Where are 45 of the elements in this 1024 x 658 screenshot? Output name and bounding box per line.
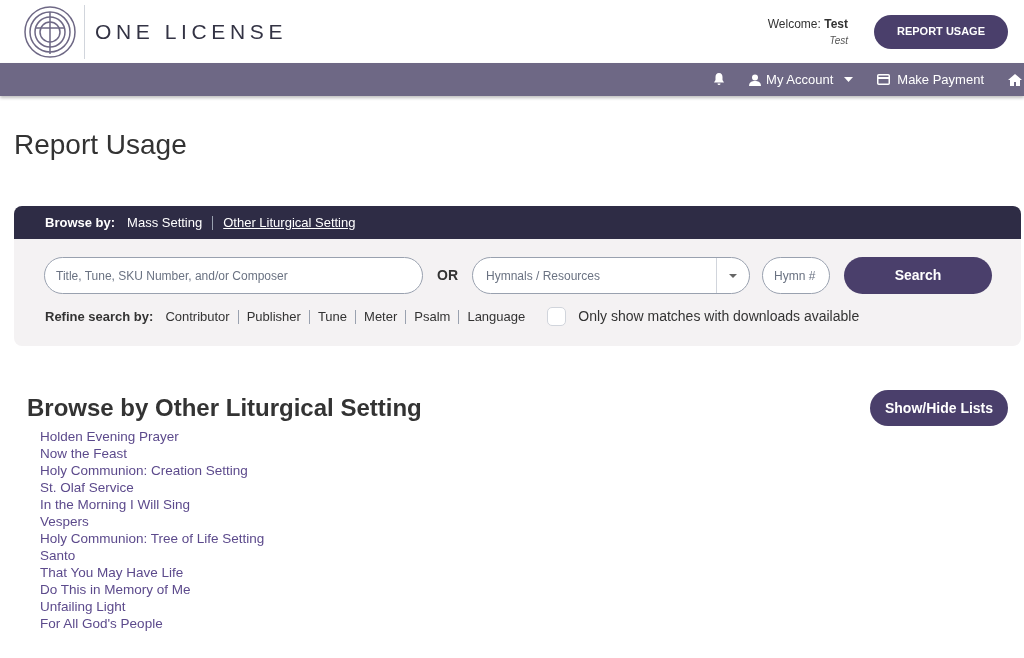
search-field[interactable]: Title, Tune, SKU Number, and/or Composer xyxy=(44,257,423,294)
hymn-number-field[interactable]: Hymn # xyxy=(762,257,830,294)
logo-icon xyxy=(24,5,76,58)
show-hide-lists-button[interactable]: Show/Hide Lists xyxy=(870,390,1008,426)
credit-card-icon xyxy=(877,74,891,85)
setting-link[interactable]: Do This in Memory of Me xyxy=(40,581,191,598)
setting-link[interactable]: Holden Evening Prayer xyxy=(40,428,179,445)
notification-bell-icon[interactable] xyxy=(713,73,726,86)
browse-tab[interactable]: Mass Setting xyxy=(127,212,203,233)
setting-link[interactable]: St. Olaf Service xyxy=(40,479,134,496)
home-icon[interactable] xyxy=(1008,73,1022,86)
caret-icon xyxy=(844,77,854,82)
setting-link[interactable]: In the Morning I Will Sing xyxy=(40,496,191,513)
logo-text: ONE LICENSE xyxy=(95,18,288,45)
setting-link[interactable]: Holy Communion: Creation Setting xyxy=(40,462,248,479)
setting-link[interactable]: Santo xyxy=(40,547,76,564)
section-heading: Browse by Other Liturgical Setting xyxy=(27,393,422,423)
refine-option[interactable]: Psalm xyxy=(414,306,451,327)
setting-link[interactable]: Unfailing Light xyxy=(40,598,126,615)
browse-label: Browse by: xyxy=(45,213,116,232)
setting-link[interactable]: Now the Feast xyxy=(40,445,128,462)
refine-option[interactable]: Meter xyxy=(364,306,398,327)
setting-link[interactable]: Holy Communion: Tree of Life Setting xyxy=(40,530,265,547)
browse-tab[interactable]: Other Liturgical Setting xyxy=(223,212,356,233)
downloads-checkbox[interactable] xyxy=(547,307,567,326)
checkbox-label: Only show matches with downloads available xyxy=(578,307,860,326)
refine-option[interactable]: Contributor xyxy=(165,306,230,327)
user-icon xyxy=(749,73,762,86)
make-payment-link[interactable]: Make Payment xyxy=(877,69,984,90)
user-name: Test xyxy=(829,34,848,48)
refine-option[interactable]: Publisher xyxy=(246,306,301,327)
welcome-text: Welcome: Test xyxy=(767,16,848,33)
my-account-menu[interactable]: My Account xyxy=(749,69,854,90)
setting-link[interactable]: That You May Have Life xyxy=(40,564,184,581)
caret-icon xyxy=(729,273,737,278)
or-label: OR xyxy=(437,266,458,285)
refine-label: Refine search by: xyxy=(45,307,154,326)
setting-link[interactable]: For All God's People xyxy=(40,615,163,632)
report-usage-button[interactable]: REPORT USAGE xyxy=(874,14,1008,49)
refine-option[interactable]: Tune xyxy=(317,306,348,327)
page-title: Report Usage xyxy=(14,128,188,162)
refine-option[interactable]: Language xyxy=(467,306,526,327)
resource-dropdown[interactable]: Hymnals / Resources xyxy=(472,257,750,294)
search-button[interactable]: Search xyxy=(844,257,992,294)
setting-link[interactable]: Vespers xyxy=(40,513,89,530)
